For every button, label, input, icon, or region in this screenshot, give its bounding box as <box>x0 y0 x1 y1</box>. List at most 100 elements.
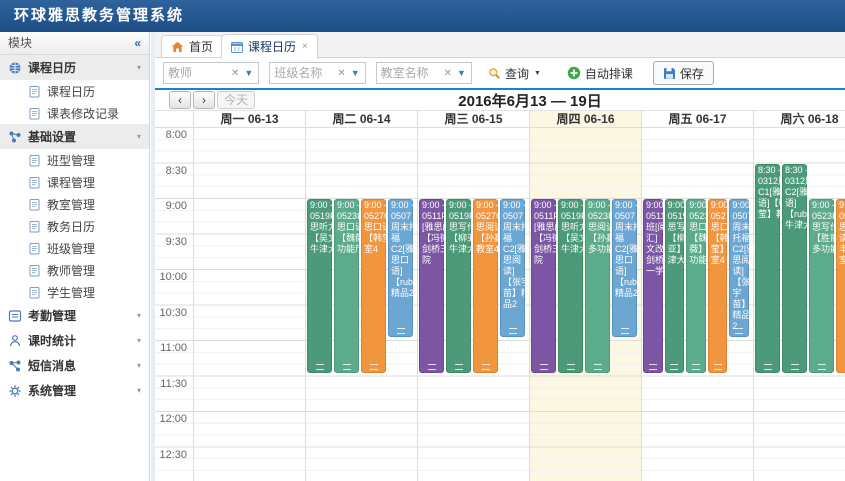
event-text-line: 9:00 - <box>559 200 582 211</box>
auto-schedule-button[interactable]: 自动排课 <box>561 64 639 83</box>
event-text-line: 0312周末 <box>783 176 806 187</box>
schedule-event[interactable]: 9:00 -0507周末托福C2[雅思口语]【ruby精品2 <box>612 199 637 337</box>
chevron-down-icon[interactable]: ▼ <box>455 68 471 78</box>
event-text-line: 【冯微 <box>420 233 443 244</box>
schedule-event[interactable]: 9:00 -0523I[思阅读]【孙鑫多功能 <box>585 199 610 373</box>
sidebar-item[interactable]: 班级管理 <box>0 237 149 259</box>
group-caret-icon[interactable]: ▾ <box>137 386 141 395</box>
save-button[interactable]: 保存 <box>653 61 714 85</box>
schedule-event[interactable]: 9:005思读]【丰】室 <box>836 199 845 373</box>
event-text-line: 【魏薇 <box>335 233 358 244</box>
sidebar-item[interactable]: 教务日历 <box>0 215 149 237</box>
schedule-event[interactable]: 8:30 - 11:0312周末C2[雅思口语]【ruby牛津大 <box>782 164 807 373</box>
schedule-event[interactable]: 8:30 -0312周C1[雅思语]【韩莹】教 <box>755 164 780 373</box>
day-header: 周一 06-13 <box>193 111 305 128</box>
room-input[interactable] <box>377 64 441 82</box>
tab-course-calendar[interactable]: 课程日历× <box>221 34 318 59</box>
group-caret-icon[interactable]: ▾ <box>137 361 141 370</box>
schedule-event[interactable]: 9:00 -0523I[思口语]【魏薇功能厅 <box>334 199 359 373</box>
search-button[interactable]: 查询 ▼ <box>482 64 547 83</box>
sidebar-item[interactable]: 课表修改记录 <box>0 102 149 124</box>
schedule-event[interactable]: 9:00 -0511F[雅思阅【冯微剑桥三-院 <box>531 199 556 373</box>
sidebar-item[interactable]: 课程管理 <box>0 171 149 193</box>
time-label: 11:00 <box>155 342 187 354</box>
sidebar-item-label: 教务日历 <box>47 218 95 235</box>
clear-icon[interactable]: ✕ <box>441 68 455 79</box>
schedule-event[interactable]: 9:00 -0519F思写作]【柳亚牛津大 <box>446 199 471 373</box>
event-text-line: 9:00 - <box>613 200 636 211</box>
group-caret-icon[interactable]: ▾ <box>137 311 141 320</box>
chevron-down-icon[interactable]: ▼ <box>242 68 258 78</box>
schedule-event[interactable]: 9:000519思写作【柳亚】牛津大学 <box>665 199 685 373</box>
tab-bar: 首页课程日历× <box>155 32 845 58</box>
schedule-event[interactable]: 9:00 -0519F思听力]【吴文牛津大 <box>558 199 583 373</box>
sidebar-collapse-icon[interactable]: « <box>134 32 141 54</box>
time-label: 8:30 <box>155 165 187 177</box>
sidebar-group-2[interactable]: 考勤管理▾ <box>0 303 149 328</box>
schedule-event[interactable]: 9:000511班[阅汇]【文改】剑桥三一学 <box>643 199 663 373</box>
event-text-line: 【柳 <box>666 233 684 244</box>
event-text-line: 0511F <box>532 211 555 222</box>
clear-icon[interactable]: ✕ <box>228 68 242 79</box>
event-text-line: 2 <box>730 321 748 332</box>
event-text-line: 语] <box>389 266 412 277</box>
schedule-event[interactable]: 9:000527思口语【韩莹】教室4 <box>708 199 728 373</box>
sidebar-group-5[interactable]: 系统管理▾ <box>0 378 149 403</box>
group-caret-icon[interactable]: ▾ <box>137 63 141 72</box>
sidebar-item-label: 课表修改记录 <box>47 105 119 122</box>
clear-icon[interactable]: ✕ <box>334 68 348 79</box>
close-icon[interactable]: × <box>302 41 308 52</box>
schedule-event[interactable]: 9:00 -0507周末托福C2[雅思口语]【ruby精品2 <box>388 199 413 337</box>
event-text-line: 9:00 - <box>501 200 524 211</box>
sidebar-item[interactable]: 教师管理 <box>0 259 149 281</box>
event-text-line: 9:00 <box>687 200 705 211</box>
schedule-event[interactable]: 9:00 -0511F[雅思阅【冯微剑桥三-院 <box>419 199 444 373</box>
schedule-event[interactable]: 9:00 -0519F思听力]【吴文牛津大 <box>307 199 332 373</box>
class-input[interactable] <box>270 64 334 82</box>
event-text-line: 周末托 <box>389 222 412 233</box>
event-text-line: 0507 <box>730 211 748 222</box>
sidebar-item-label: 班级管理 <box>47 240 95 257</box>
sidebar-item[interactable]: 学生管理 <box>0 281 149 303</box>
event-text-line: [雅思阅 <box>532 222 555 233</box>
filter-toolbar: ✕ ▼ ✕ ▼ ✕ ▼ 查询 ▼ 自动排课 <box>155 58 845 88</box>
teacher-input[interactable] <box>164 64 228 82</box>
event-text-line: 托福 <box>730 233 748 244</box>
sidebar-item[interactable]: 课程日历 <box>0 80 149 102</box>
event-text-line: C2[雅思口 <box>783 187 806 198</box>
event-text-line: 0507 <box>389 211 412 222</box>
event-text-line: 读] <box>730 266 748 277</box>
group-caret-icon[interactable]: ▾ <box>137 336 141 345</box>
sidebar-item[interactable]: 教室管理 <box>0 193 149 215</box>
event-text-line: 9:00 <box>730 200 748 211</box>
event-text-line: 【冯微 <box>532 233 555 244</box>
event-text-line: 0507 <box>613 211 636 222</box>
day-header: 周二 06-14 <box>305 111 417 128</box>
event-text-line: 苗】 <box>730 299 748 310</box>
day-header-row: 周一 06-13周二 06-14周三 06-15周四 06-16周五 06-17… <box>155 110 845 127</box>
event-text-line: C2[雅 <box>389 244 412 255</box>
sidebar-item-label: 学生管理 <box>47 284 95 301</box>
sidebar-group-4[interactable]: 短信消息▾ <box>0 353 149 378</box>
schedule-event[interactable]: 9:000523思口语【魏薇】多功能厅 <box>686 199 706 373</box>
schedule-event[interactable]: 9:00 -0507周末托福C2[雅思阅读]【张宇苗】精品2 <box>500 199 525 337</box>
schedule-event[interactable]: 9:00 -0527C思阅读]【孙鑫教室4 <box>473 199 498 373</box>
save-icon <box>663 67 676 80</box>
event-text-line: 【ruby <box>783 209 806 220</box>
sidebar-group-1[interactable]: 基础设置▾ <box>0 124 149 149</box>
sidebar-group-3[interactable]: 课时统计▾ <box>0 328 149 353</box>
doc-icon <box>28 198 41 211</box>
schedule-event[interactable]: 9:000507周末托福C2[雅思阅读]【张宇苗】精品2 <box>729 199 749 337</box>
group-caret-icon[interactable]: ▾ <box>137 132 141 141</box>
event-text-line: 9:00 - <box>474 200 497 211</box>
sidebar-group-0[interactable]: 课程日历▾ <box>0 55 149 80</box>
event-text-line: 9:00 <box>666 200 684 211</box>
tab-home[interactable]: 首页 <box>161 35 223 58</box>
event-text-line: 班[阅 <box>644 222 662 233</box>
schedule-event[interactable]: 9:00 -0527C思口语]【韩莹室4 <box>361 199 386 373</box>
search-menu-caret-icon[interactable]: ▼ <box>534 70 541 77</box>
event-text-line: 思口 <box>389 255 412 266</box>
schedule-event[interactable]: 9:00 -0523I[思写作]【胜丽多功能 <box>809 199 834 373</box>
chevron-down-icon[interactable]: ▼ <box>349 68 365 78</box>
sidebar-item[interactable]: 班型管理 <box>0 149 149 171</box>
